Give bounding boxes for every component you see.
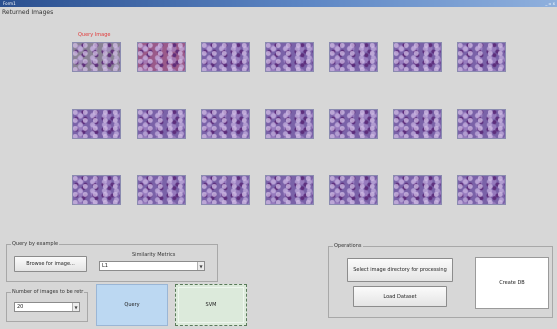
chevron-down-icon[interactable]: ▼: [72, 303, 79, 311]
result-image[interactable]: [393, 175, 442, 205]
number-of-images-value: 20: [17, 304, 24, 310]
result-image[interactable]: [393, 42, 442, 72]
query-image: [72, 42, 121, 72]
window-title: Form1: [3, 1, 16, 6]
result-image[interactable]: [457, 175, 506, 205]
result-image[interactable]: [265, 42, 314, 72]
result-image[interactable]: [137, 42, 186, 72]
result-image[interactable]: [457, 109, 506, 139]
result-image[interactable]: [329, 42, 378, 72]
window-title-bar: Form1 _ ▫ x: [0, 0, 557, 7]
browse-image-button[interactable]: Browse for image...: [14, 256, 87, 272]
returned-images-label: Returned Images: [2, 9, 54, 16]
create-db-button[interactable]: Create DB: [475, 257, 549, 309]
similarity-metrics-select[interactable]: L1 ▼: [99, 261, 205, 271]
result-image[interactable]: [201, 42, 250, 72]
svm-button[interactable]: SVM: [175, 284, 247, 326]
operations-title: Operations: [333, 243, 363, 249]
load-dataset-button[interactable]: Load Dataset: [353, 286, 447, 307]
similarity-metrics-label: Similarity Metrics: [132, 252, 176, 258]
result-image[interactable]: [137, 175, 186, 205]
result-image[interactable]: [393, 109, 442, 139]
result-image[interactable]: [201, 175, 250, 205]
result-image[interactable]: [457, 42, 506, 72]
query-button[interactable]: Query: [96, 284, 168, 326]
similarity-metrics-value: L1: [102, 263, 108, 269]
result-image[interactable]: [201, 109, 250, 139]
result-image[interactable]: [72, 109, 121, 139]
number-of-images-title: Number of images to be retr: [11, 289, 85, 295]
result-image[interactable]: [329, 175, 378, 205]
result-image[interactable]: [265, 109, 314, 139]
result-image[interactable]: [265, 175, 314, 205]
query-by-example-title: Query by example: [11, 241, 60, 247]
select-image-directory-button[interactable]: Select image directory for processing: [347, 258, 453, 282]
chevron-down-icon[interactable]: ▼: [197, 262, 204, 270]
result-image[interactable]: [137, 109, 186, 139]
window-controls[interactable]: _ ▫ x: [545, 0, 555, 7]
result-image[interactable]: [329, 109, 378, 139]
query-image-caption: Query Image: [78, 32, 111, 38]
result-image[interactable]: [72, 175, 121, 205]
number-of-images-select[interactable]: 20 ▼: [14, 302, 80, 312]
